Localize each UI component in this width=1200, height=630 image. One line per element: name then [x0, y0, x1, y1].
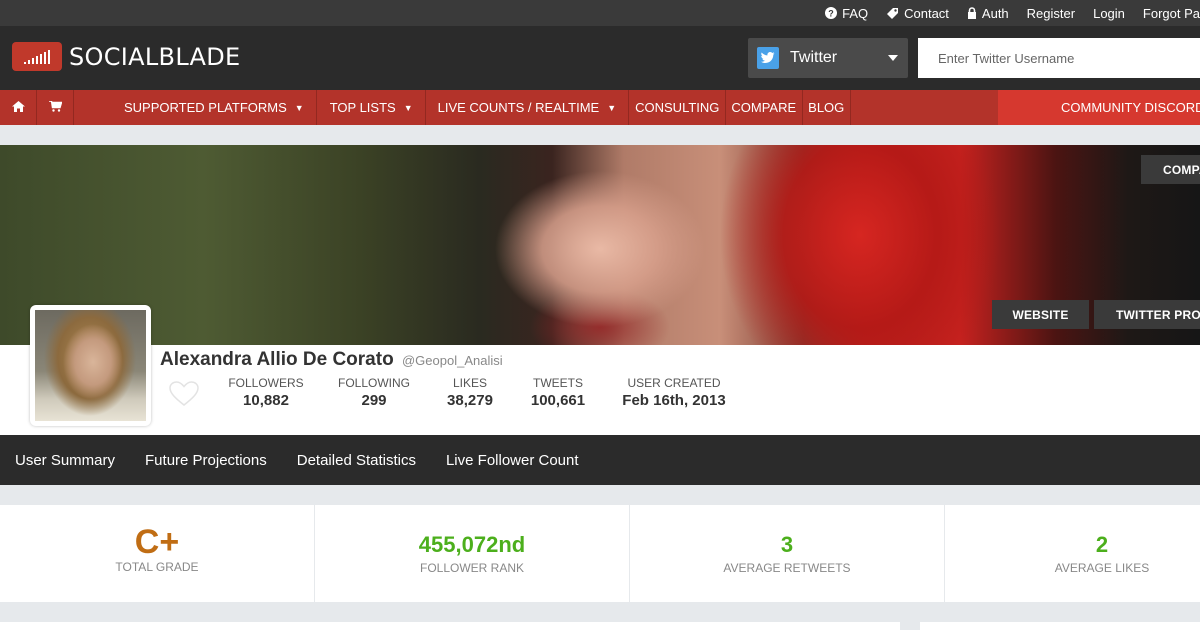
tab-live-follower-count[interactable]: Live Follower Count — [446, 452, 579, 469]
nav-supported-platforms[interactable]: SUPPORTED PLATFORMS ▼ — [74, 90, 317, 125]
stat-value: 10,882 — [243, 392, 289, 409]
faq-label: FAQ — [842, 5, 869, 21]
nav-consulting[interactable]: CONSULTING — [629, 90, 727, 125]
profile-banner: COMPA WEBSITE TWITTER PROI — [0, 145, 1200, 345]
nav-item-label: CONSULTING — [635, 100, 720, 115]
username-search-input[interactable] — [918, 38, 1200, 78]
likes-stat: LIKES 38,279 — [435, 376, 505, 409]
logo-bars-icon — [12, 42, 62, 71]
average-retweets-card: 3 AVERAGE RETWEETS — [630, 505, 944, 602]
stat-value: Feb 16th, 2013 — [622, 392, 726, 409]
logo-text: SOCIALBLADE — [69, 42, 241, 71]
stat-value: 100,661 — [530, 392, 586, 409]
dropdown-arrow-icon: ▼ — [607, 102, 617, 113]
platform-label: Twitter — [790, 49, 838, 66]
follower-rank-card: 455,072nd FOLLOWER RANK — [315, 505, 629, 602]
home-icon — [11, 100, 25, 115]
nav-compare[interactable]: COMPARE — [726, 90, 804, 125]
heart-icon[interactable] — [169, 381, 199, 412]
stat-label: LIKES — [452, 376, 488, 390]
tweets-stat: TWEETS 100,661 — [523, 376, 593, 409]
nav-item-label: TOP LISTS — [329, 100, 396, 115]
stat-label: FOLLOWING — [337, 376, 410, 390]
nav-item-label: COMPARE — [731, 100, 797, 115]
question-circle-icon: ? — [825, 7, 838, 19]
avatar — [35, 310, 146, 421]
average-likes-label: AVERAGE LIKES — [1054, 561, 1150, 575]
twitter-profile-button[interactable]: TWITTER PROI — [1094, 300, 1200, 329]
nav-blog[interactable]: BLOG — [803, 90, 852, 125]
average-retweets-label: AVERAGE RETWEETS — [723, 561, 851, 575]
stat-value: 38,279 — [447, 392, 493, 409]
auth-link[interactable]: Auth — [967, 6, 1009, 21]
average-likes-card: 2 AVERAGE LIKES — [945, 505, 1200, 602]
user-created-stat: USER CREATED Feb 16th, 2013 — [614, 376, 734, 409]
contact-link[interactable]: Contact — [886, 6, 949, 21]
main-nav: SUPPORTED PLATFORMS ▼ TOP LISTS ▼ LIVE C… — [0, 90, 1200, 125]
average-likes-value: 2 — [1095, 532, 1109, 557]
follower-rank-value: 455,072nd — [418, 532, 526, 557]
profile-handle: @Geopol_Analisi — [401, 353, 503, 368]
dropdown-arrow-icon: ▼ — [403, 102, 413, 113]
nav-live-counts[interactable]: LIVE COUNTS / REALTIME ▼ — [426, 90, 630, 125]
twitter-bird-icon — [757, 47, 779, 69]
top-utility-bar: ? FAQ Contact Auth Register Login Forgot… — [0, 0, 1200, 26]
socialblade-logo[interactable]: SOCIALBLADE — [12, 42, 241, 71]
grade-value: C+ — [134, 523, 180, 561]
followers-stat: FOLLOWERS 10,882 — [226, 376, 306, 409]
website-button[interactable]: WEBSITE — [992, 300, 1089, 329]
top-links: ? FAQ Contact Auth Register Login Forgot… — [825, 0, 1200, 26]
nav-store[interactable] — [37, 90, 74, 125]
profile-subnav: User Summary Future Projections Detailed… — [0, 435, 1200, 485]
chevron-down-icon — [888, 55, 898, 61]
compare-button[interactable]: COMPA — [1141, 155, 1200, 184]
content-panel-right — [920, 622, 1200, 630]
svg-text:?: ? — [828, 9, 834, 19]
grade-card: C+ TOTAL GRADE — [0, 505, 314, 602]
nav-community-discord[interactable]: COMMUNITY DISCORD — [998, 90, 1200, 125]
lock-icon — [967, 7, 977, 19]
stat-label: USER CREATED — [627, 376, 721, 390]
tab-user-summary[interactable]: User Summary — [15, 452, 115, 469]
contact-label: Contact — [904, 5, 949, 21]
dropdown-arrow-icon: ▼ — [294, 102, 304, 113]
content-panel-left — [0, 622, 900, 630]
tag-icon — [886, 7, 899, 20]
tab-detailed-statistics[interactable]: Detailed Statistics — [297, 452, 416, 469]
nav-top-lists[interactable]: TOP LISTS ▼ — [317, 90, 426, 125]
platform-select[interactable]: Twitter — [748, 38, 908, 78]
stat-value: 299 — [361, 392, 387, 409]
tab-future-projections[interactable]: Future Projections — [145, 452, 267, 469]
following-stat: FOLLOWING 299 — [334, 376, 414, 409]
stat-label: FOLLOWERS — [228, 376, 304, 390]
nav-home[interactable] — [0, 90, 37, 125]
average-retweets-value: 3 — [780, 532, 794, 557]
profile-name: Alexandra Allio De Corato @Geopol_Analis… — [160, 349, 503, 371]
forgot-password-link[interactable]: Forgot Pa — [1143, 6, 1200, 21]
login-link[interactable]: Login — [1093, 6, 1125, 21]
profile-name-text: Alexandra Allio De Corato — [160, 349, 394, 370]
nav-item-label: BLOG — [808, 100, 845, 115]
faq-link[interactable]: ? FAQ — [825, 6, 868, 21]
nav-item-label: LIVE COUNTS / REALTIME — [437, 100, 600, 115]
shopping-cart-icon — [48, 100, 62, 115]
avatar-frame — [30, 305, 151, 426]
nav-item-label: SUPPORTED PLATFORMS — [124, 100, 287, 115]
register-link[interactable]: Register — [1027, 6, 1075, 21]
stat-label: TWEETS — [533, 376, 583, 390]
summary-cards: C+ TOTAL GRADE 455,072nd FOLLOWER RANK 3… — [0, 505, 1200, 602]
grade-label: TOTAL GRADE — [115, 560, 199, 574]
site-header: SOCIALBLADE Twitter — [0, 26, 1200, 90]
auth-label: Auth — [981, 5, 1009, 21]
follower-rank-label: FOLLOWER RANK — [419, 561, 524, 575]
